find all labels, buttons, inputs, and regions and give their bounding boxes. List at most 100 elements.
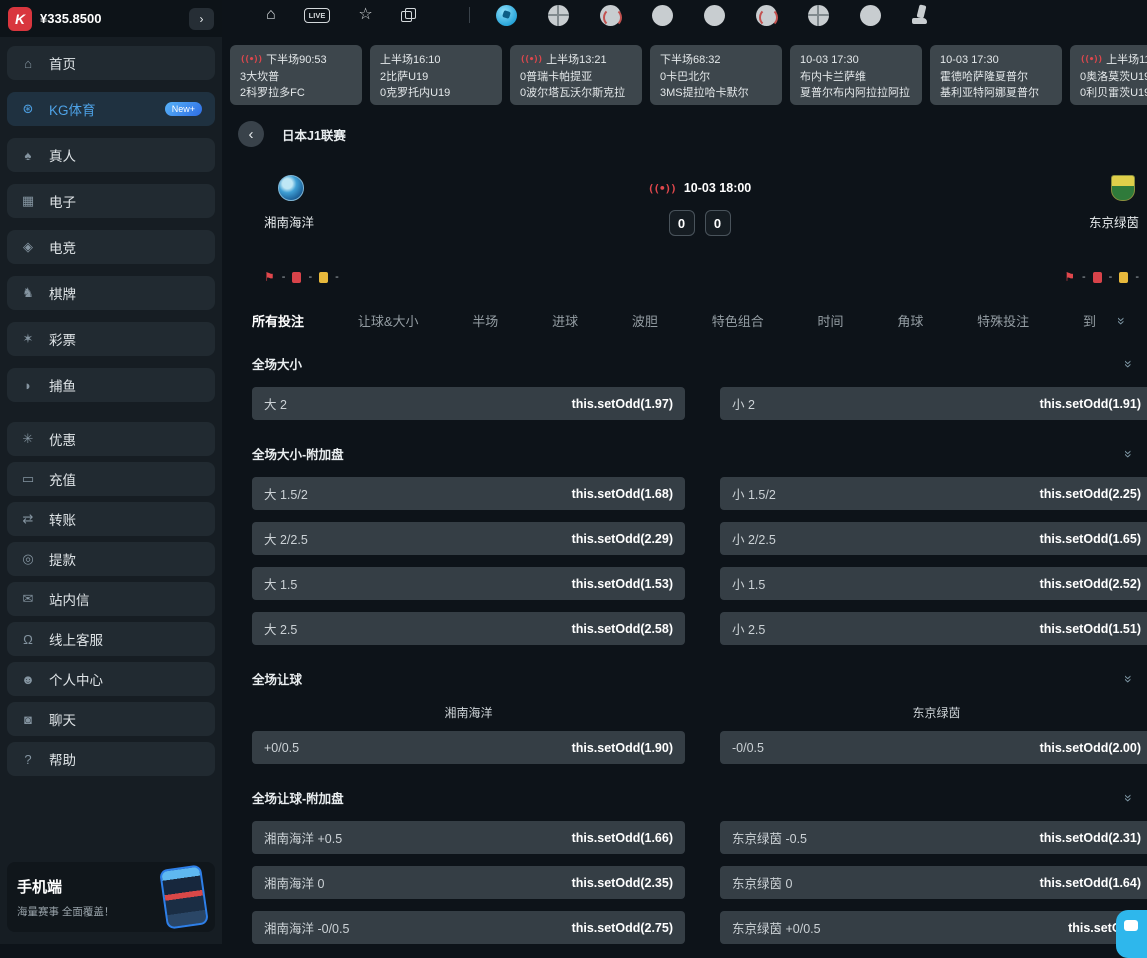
odds-button[interactable]: 湘南海洋 +0.5 this.setOdd(1.66) — [252, 821, 685, 854]
golf-icon[interactable] — [860, 5, 881, 26]
home-icon[interactable]: ⌂ — [266, 7, 276, 23]
sport-filter-bar — [496, 5, 927, 26]
odds-button[interactable]: 大 1.5/2 this.setOdd(1.68) — [252, 477, 685, 510]
kick-icon[interactable] — [912, 5, 927, 25]
sidebar-item-deposit[interactable]: ▭ 充值 — [7, 462, 215, 496]
match-status: 上半场16:10 — [380, 52, 441, 69]
tab-all-bets[interactable]: 所有投注 — [252, 311, 304, 330]
tab-handicap-ou[interactable]: 让球&大小 — [358, 311, 419, 330]
odds-button[interactable]: 大 2.5 this.setOdd(2.58) — [252, 612, 685, 645]
tab-correct-score[interactable]: 波胆 — [632, 311, 658, 330]
promo-subtitle: 海量赛事 全面覆盖！ — [17, 904, 114, 919]
soccer-icon[interactable] — [496, 5, 517, 26]
sidebar-nav-main: ⌂ 首页 ⊛ KG体育 New+ ♠ 真人 ▦ 电子 ◈ 电竞 ♞ 棋牌 ✶ 彩… — [0, 37, 222, 402]
live-match-card[interactable]: 10-03 17:30 布内卡兰萨维 夏普尔布内阿拉拉阿拉 — [790, 45, 922, 105]
sidebar-item-kg-sports[interactable]: ⊛ KG体育 New+ — [7, 92, 215, 126]
wallet-expand-button[interactable]: › — [189, 8, 214, 30]
odds-label: 湘南海洋 +0.5 — [264, 828, 342, 847]
sidebar-item-chess[interactable]: ♞ 棋牌 — [7, 276, 215, 310]
live-match-card[interactable]: 10-03 17:30 霍德哈萨隆夏普尔 基利亚特阿娜夏普尔 — [930, 45, 1062, 105]
odds-button[interactable]: 小 2/2.5 this.setOdd(1.65) — [720, 522, 1147, 555]
sidebar-item-transfer[interactable]: ⇄ 转账 — [7, 502, 215, 536]
customer-service-button[interactable] — [1116, 910, 1147, 958]
odds-button[interactable]: 大 1.5 this.setOdd(1.53) — [252, 567, 685, 600]
odds-value: this.setOdd(1.51) — [1040, 622, 1141, 636]
odds-button[interactable]: +0/0.5 this.setOdd(1.90) — [252, 731, 685, 764]
card-icon: ▭ — [20, 471, 36, 487]
back-button[interactable]: ‹ — [238, 121, 264, 147]
sidebar-item-slots[interactable]: ▦ 电子 — [7, 184, 215, 218]
star-icon[interactable]: ☆ — [358, 7, 372, 23]
tab-half[interactable]: 半场 — [472, 311, 498, 330]
live-match-card[interactable]: 下半场68:32 0卡巴北尔 3MS提拉哈卡默尔 — [650, 45, 782, 105]
red-card-icon — [292, 272, 301, 283]
match-away: 0利贝雷茨U19 — [1080, 85, 1147, 102]
sidebar-item-label: 转账 — [49, 509, 76, 529]
odds-button[interactable]: 东京绿茵 -0.5 this.setOdd(2.31) — [720, 821, 1147, 854]
odds-label: 东京绿茵 +0/0.5 — [732, 918, 821, 937]
odds-button[interactable]: 湘南海洋 0 this.setOdd(2.35) — [252, 866, 685, 899]
live-match-card[interactable]: 上半场16:10 2比萨U19 0克罗托内U19 — [370, 45, 502, 105]
tab-goals[interactable]: 进球 — [552, 311, 578, 330]
odds-value: this.setOdd(1.90) — [572, 741, 673, 755]
odds-button[interactable]: 东京绿茵 0 this.setOdd(1.64) — [720, 866, 1147, 899]
collapse-icon[interactable]: » — [1121, 360, 1137, 368]
live-match-card[interactable]: ((•))下半场90:53 3大坎普 2科罗拉多FC — [230, 45, 362, 105]
volleyball-icon[interactable] — [808, 5, 829, 26]
odds-button[interactable]: 小 2 this.setOdd(1.91) — [720, 387, 1147, 420]
match-away: 基利亚特阿娜夏普尔 — [940, 85, 1052, 102]
badminton-icon[interactable] — [652, 5, 673, 26]
table-tennis-icon[interactable] — [704, 5, 725, 26]
collapse-icon[interactable]: » — [1121, 794, 1137, 802]
sidebar-item-promotions[interactable]: ✳ 优惠 — [7, 422, 215, 456]
rugby-icon[interactable] — [756, 5, 777, 26]
live-broadcast-icon: ((•)) — [240, 54, 262, 68]
baseball-icon[interactable] — [600, 5, 621, 26]
sidebar-item-home[interactable]: ⌂ 首页 — [7, 46, 215, 80]
odds-button[interactable]: 湘南海洋 -0/0.5 this.setOdd(2.75) — [252, 911, 685, 944]
odds-value: this.setOdd(1.66) — [572, 831, 673, 845]
odds-button[interactable]: -0/0.5 this.setOdd(2.00) — [720, 731, 1147, 764]
tab-special-bets[interactable]: 特殊投注 — [977, 311, 1029, 330]
odds-button[interactable]: 小 2.5 this.setOdd(1.51) — [720, 612, 1147, 645]
odds-button[interactable]: 大 2 this.setOdd(1.97) — [252, 387, 685, 420]
away-team-crest — [1111, 175, 1135, 201]
copy-icon[interactable] — [401, 8, 415, 22]
sidebar-item-live-casino[interactable]: ♠ 真人 — [7, 138, 215, 172]
tabs-expand-icon[interactable]: » — [1114, 317, 1130, 325]
section-title: 全场让球 — [252, 669, 302, 688]
tab-more[interactable]: 到 — [1083, 311, 1096, 330]
odds-label: 湘南海洋 -0/0.5 — [264, 918, 349, 937]
cards-icon: ♠ — [20, 148, 36, 163]
live-match-card[interactable]: ((•))上半场11:26 0奥洛莫茨U19 0利贝雷茨U19 — [1070, 45, 1147, 105]
odds-button[interactable]: 小 1.5/2 this.setOdd(2.25) — [720, 477, 1147, 510]
away-score: 0 — [705, 210, 731, 236]
sidebar-item-inbox[interactable]: ✉ 站内信 — [7, 582, 215, 616]
odds-label: 大 2/2.5 — [264, 529, 308, 548]
odds-value: this.setOdd(2.00) — [1040, 741, 1141, 755]
sidebar-item-lottery[interactable]: ✶ 彩票 — [7, 322, 215, 356]
tab-time[interactable]: 时间 — [818, 311, 844, 330]
sidebar-item-chat[interactable]: ◙ 聊天 — [7, 702, 215, 736]
sidebar-item-help[interactable]: ? 帮助 — [7, 742, 215, 776]
sidebar-item-fishing[interactable]: ◗ 捕鱼 — [7, 368, 215, 402]
odds-label: 东京绿茵 -0.5 — [732, 828, 807, 847]
collapse-icon[interactable]: » — [1121, 450, 1137, 458]
sidebar-item-label: 线上客服 — [49, 629, 103, 649]
sidebar-item-support[interactable]: Ω 线上客服 — [7, 622, 215, 656]
live-icon[interactable]: LIVE — [304, 8, 331, 23]
sidebar-item-esports[interactable]: ◈ 电竞 — [7, 230, 215, 264]
odds-button[interactable]: 大 2/2.5 this.setOdd(2.29) — [252, 522, 685, 555]
tab-specials-combo[interactable]: 特色组合 — [712, 311, 764, 330]
live-match-card[interactable]: ((•))上半场13:21 0普瑞卡帕提亚 0波尔塔瓦沃尔斯克拉 — [510, 45, 642, 105]
sidebar-item-withdraw[interactable]: ◎ 提款 — [7, 542, 215, 576]
odds-button[interactable]: 东京绿茵 +0/0.5 this.setOdd( — [720, 911, 1147, 944]
sidebar-item-profile[interactable]: ☻ 个人中心 — [7, 662, 215, 696]
match-header: 湘南海洋 ((•)) 10-03 18:00 0 0 东京绿茵 ⚑ - — [252, 169, 1147, 285]
mobile-app-banner[interactable]: 手机端 海量赛事 全面覆盖！ — [7, 862, 215, 932]
basketball-icon[interactable] — [548, 5, 569, 26]
tab-corners[interactable]: 角球 — [897, 311, 923, 330]
collapse-icon[interactable]: » — [1121, 675, 1137, 683]
odds-button[interactable]: 小 1.5 this.setOdd(2.52) — [720, 567, 1147, 600]
yellow-card-icon — [319, 272, 328, 283]
